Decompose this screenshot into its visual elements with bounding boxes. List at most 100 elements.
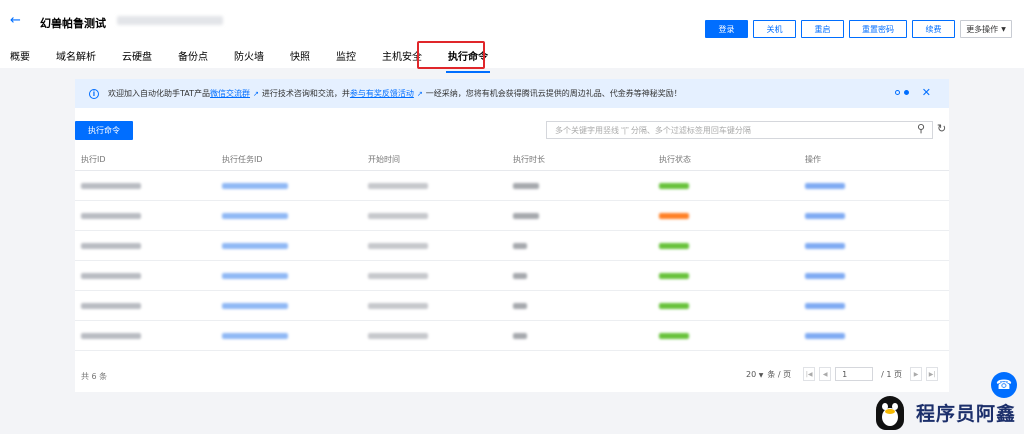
cell-task-id-link[interactable] bbox=[222, 182, 288, 189]
table-body bbox=[75, 171, 949, 351]
tab-dns[interactable]: 域名解析 bbox=[56, 44, 96, 67]
cell-duration bbox=[513, 212, 539, 219]
cell-action-link[interactable] bbox=[805, 242, 845, 249]
notice-suffix: 一经采纳，您将有机会获得腾讯云提供的周边礼品、代金券等神秘奖励！ bbox=[425, 89, 682, 98]
page-size-unit: 条 / 页 bbox=[767, 369, 792, 379]
table-row bbox=[75, 261, 949, 291]
restart-button[interactable]: 重启 bbox=[801, 20, 844, 38]
instance-id-blurred bbox=[117, 16, 223, 25]
tab-cloud-disk[interactable]: 云硬盘 bbox=[122, 44, 152, 67]
cell-task-id-link[interactable] bbox=[222, 302, 288, 309]
cell-task-id-link[interactable] bbox=[222, 332, 288, 339]
notice-banner: i 欢迎加入自动化助手TAT产品 微信交流群 ↗ 进行技术咨询和交流，并 参与有… bbox=[75, 79, 949, 108]
col-status: 执行状态 bbox=[659, 155, 691, 164]
table-row bbox=[75, 321, 949, 351]
tab-snapshot[interactable]: 快照 bbox=[290, 44, 310, 67]
carousel-dot[interactable] bbox=[895, 90, 900, 95]
cell-action-link[interactable] bbox=[805, 272, 845, 279]
top-bar: ← 幻兽帕鲁测试 登录 关机 重启 重置密码 续费 更多操作 ▼ 概要 域名解析… bbox=[0, 0, 1024, 73]
watermark: 程序员阿鑫 bbox=[872, 392, 1016, 432]
total-count: 共 6 条 bbox=[81, 372, 108, 381]
cell-status bbox=[659, 242, 689, 249]
tab-host-security[interactable]: 主机安全 bbox=[382, 44, 422, 67]
cell-start-time bbox=[368, 242, 428, 249]
next-page-icon[interactable]: ▶ bbox=[910, 367, 923, 381]
search-input[interactable] bbox=[546, 121, 933, 139]
last-page-icon[interactable]: ▶| bbox=[926, 367, 939, 381]
cell-duration bbox=[513, 272, 527, 279]
first-page-icon[interactable]: |◀ bbox=[803, 367, 816, 381]
chevron-down-icon: ▼ bbox=[1001, 25, 1006, 33]
table-header: 执行ID 执行任务ID 开始时间 执行时长 执行状态 操作 bbox=[75, 149, 949, 171]
table-row bbox=[75, 201, 949, 231]
col-actions: 操作 bbox=[805, 155, 821, 164]
tab-firewall[interactable]: 防火墙 bbox=[234, 44, 264, 67]
info-icon: i bbox=[89, 88, 99, 99]
cell-start-time bbox=[368, 332, 428, 339]
refresh-icon[interactable]: ↻ bbox=[937, 122, 946, 135]
cell-status bbox=[659, 302, 689, 309]
cell-duration bbox=[513, 332, 527, 339]
cell-action-link[interactable] bbox=[805, 182, 845, 189]
notice-prefix: 欢迎加入自动化助手TAT产品 bbox=[108, 89, 211, 98]
page-input[interactable]: 1 bbox=[835, 367, 874, 381]
chevron-down-icon: ▼ bbox=[758, 371, 764, 379]
cell-exec-id bbox=[81, 332, 141, 339]
cell-action-link[interactable] bbox=[805, 302, 845, 309]
wechat-group-link[interactable]: 微信交流群 bbox=[210, 88, 250, 99]
cell-task-id-link[interactable] bbox=[222, 212, 288, 219]
cell-exec-id bbox=[81, 272, 141, 279]
cell-start-time bbox=[368, 212, 428, 219]
cell-duration bbox=[513, 182, 539, 189]
watermark-text: 程序员阿鑫 bbox=[916, 402, 1017, 425]
cell-exec-id bbox=[81, 242, 141, 249]
cell-action-link[interactable] bbox=[805, 332, 845, 339]
action-buttons: 登录 关机 重启 重置密码 续费 更多操作 ▼ bbox=[705, 20, 1012, 38]
cell-exec-id bbox=[81, 182, 141, 189]
tab-monitor[interactable]: 监控 bbox=[336, 44, 356, 67]
prev-page-icon[interactable]: ◀ bbox=[819, 367, 832, 381]
cell-status bbox=[659, 272, 689, 279]
page-total: / 1 页 bbox=[881, 369, 903, 379]
page-title: 幻兽帕鲁测试 bbox=[40, 17, 106, 30]
reset-password-button[interactable]: 重置密码 bbox=[849, 20, 907, 38]
shutdown-button[interactable]: 关机 bbox=[753, 20, 796, 38]
cell-status bbox=[659, 212, 689, 219]
more-actions-label: 更多操作 bbox=[966, 24, 999, 34]
cell-exec-id bbox=[81, 302, 141, 309]
tab-backup[interactable]: 备份点 bbox=[178, 44, 208, 67]
external-link-icon: ↗ bbox=[253, 89, 259, 98]
table-row bbox=[75, 171, 949, 201]
col-task-id: 执行任务ID bbox=[222, 155, 263, 164]
close-icon[interactable]: ✕ bbox=[922, 86, 931, 99]
cell-duration bbox=[513, 242, 527, 249]
notice-middle: 进行技术咨询和交流，并 bbox=[261, 89, 350, 98]
page-size-select[interactable]: 20 ▼ bbox=[746, 370, 763, 379]
pagination: 20 ▼ 条 / 页 |◀ ◀ 1 / 1 页 ▶ ▶| bbox=[746, 367, 939, 381]
carousel-dot-active[interactable] bbox=[904, 90, 909, 95]
renew-button[interactable]: 续费 bbox=[912, 20, 955, 38]
table-row bbox=[75, 231, 949, 261]
col-exec-id: 执行ID bbox=[81, 155, 106, 164]
cell-duration bbox=[513, 302, 527, 309]
cell-start-time bbox=[368, 272, 428, 279]
cell-start-time bbox=[368, 182, 428, 189]
penguin-logo-icon bbox=[872, 392, 910, 432]
back-arrow-icon[interactable]: ← bbox=[10, 14, 21, 28]
cell-action-link[interactable] bbox=[805, 212, 845, 219]
run-command-button[interactable]: 执行命令 bbox=[75, 121, 133, 140]
col-duration: 执行时长 bbox=[513, 155, 545, 164]
external-link-icon: ↗ bbox=[416, 89, 423, 98]
login-button[interactable]: 登录 bbox=[705, 20, 748, 38]
cell-status bbox=[659, 332, 689, 339]
more-actions-button[interactable]: 更多操作 ▼ bbox=[960, 20, 1012, 38]
feedback-link[interactable]: 参与有奖反馈活动 bbox=[350, 88, 414, 99]
cell-status bbox=[659, 182, 689, 189]
cell-start-time bbox=[368, 302, 428, 309]
search-icon[interactable]: ⚲ bbox=[917, 122, 925, 135]
cell-task-id-link[interactable] bbox=[222, 242, 288, 249]
cell-task-id-link[interactable] bbox=[222, 272, 288, 279]
carousel-dots bbox=[895, 90, 909, 95]
tab-overview[interactable]: 概要 bbox=[10, 44, 30, 67]
cell-exec-id bbox=[81, 212, 141, 219]
